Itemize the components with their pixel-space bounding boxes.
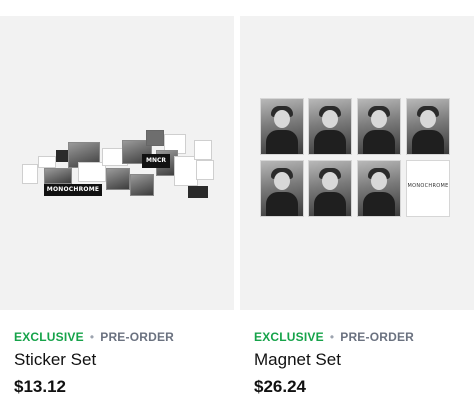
exclusive-badge: EXCLUSIVE [14,330,84,344]
magnet-photo [260,160,304,217]
sticker-letter [188,186,198,198]
sticker-logo [22,164,38,184]
preorder-badge: PRE-ORDER [100,330,175,344]
sticker-photo [130,174,154,196]
product-tags: EXCLUSIVE • PRE-ORDER [254,330,414,344]
magnet-cover-text: MONOCHROME [407,183,449,189]
product-price: $26.24 [254,377,306,396]
product-card-sticker-set[interactable]: MONOCHROME MNCR EXCLUSIVE • PRE-ORDER Stic… [0,0,234,409]
product-title[interactable]: Magnet Set [254,350,341,370]
product-image-sticker-set[interactable]: MONOCHROME MNCR [0,16,234,310]
product-tags: EXCLUSIVE • PRE-ORDER [14,330,174,344]
preorder-badge: PRE-ORDER [340,330,415,344]
magnet-photo [357,98,401,155]
magnet-photo [308,98,352,155]
sticker-dark [56,150,68,162]
sticker-mncr: MNCR [142,154,170,168]
tag-separator: • [329,330,335,344]
magnet-cover: MONOCHROME [406,160,450,217]
product-title[interactable]: Sticker Set [14,350,96,370]
magnet-photo [357,160,401,217]
product-price: $13.12 [14,377,66,396]
exclusive-badge: EXCLUSIVE [254,330,324,344]
sticker-photo [146,130,164,146]
magnet-photo [308,160,352,217]
sticker-label [196,160,214,180]
sticker-logo [194,140,212,160]
sticker-monochrome: MONOCHROME [44,184,102,196]
tag-separator: • [89,330,95,344]
sticker-photo [44,168,72,184]
product-card-magnet-set[interactable]: MONOCHROME EXCLUSIVE • PRE-ORDER Magnet Se… [240,0,474,409]
product-image-magnet-set[interactable]: MONOCHROME [240,16,474,310]
sticker-photo [106,168,130,190]
sticker-umbrella [174,156,198,186]
magnet-photo [406,98,450,155]
magnet-photo [260,98,304,155]
sticker-collage: MONOCHROME MNCR [22,126,218,206]
sticker-letter [198,186,208,198]
sticker-label [38,156,56,168]
